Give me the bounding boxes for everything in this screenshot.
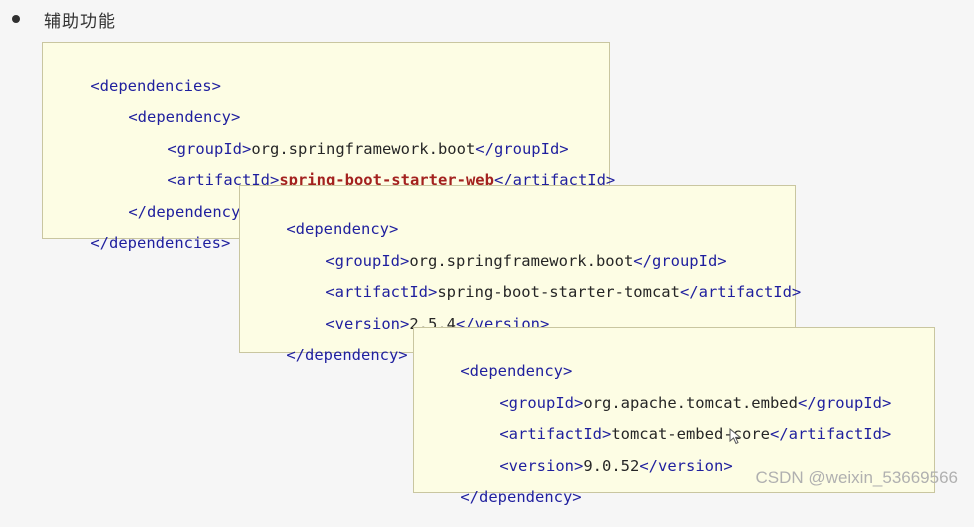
section-heading: 辅助功能 [10,6,116,32]
xml-tag: </dependencies> [90,234,231,252]
watermark-text: CSDN @weixin_53669566 [755,468,958,487]
xml-tag: </version> [639,457,733,475]
xml-value: 9.0.52 [583,457,640,475]
code-line: <version>2.5.4</version> [288,294,549,333]
code-line: <dependency> [91,87,240,126]
code-line: <artifactId>spring-boot-starter-web</art… [130,150,615,189]
code-line: <dependency> [249,199,398,238]
code-line: <artifactId>tomcat-embed-core</artifactI… [462,404,891,443]
code-line: <dependencies> [53,56,221,95]
code-line: </dependencies> [53,213,230,252]
code-line: <version>9.0.52</version> [462,436,732,475]
mouse-pointer-icon [729,428,742,445]
xml-tag: </artifactId> [769,425,892,443]
code-line: <groupId>org.apache.tomcat.embed</groupI… [462,373,891,412]
section-title: 辅助功能 [44,11,116,32]
code-line: <artifactId>spring-boot-starter-tomcat</… [288,262,801,301]
code-line: <dependency> [423,341,572,380]
xml-tag: </artifactId> [679,283,802,301]
code-line: <groupId>org.springframework.boot</group… [130,119,568,158]
code-line: </dependency> [249,325,407,364]
code-line: </dependency> [423,467,581,506]
code-line: </dependency> [91,182,249,221]
code-line: <groupId>org.springframework.boot</group… [288,231,726,270]
bullet-dot-icon [12,15,20,23]
xml-tag: </dependency> [286,346,408,364]
xml-tag: </dependency> [460,488,582,506]
